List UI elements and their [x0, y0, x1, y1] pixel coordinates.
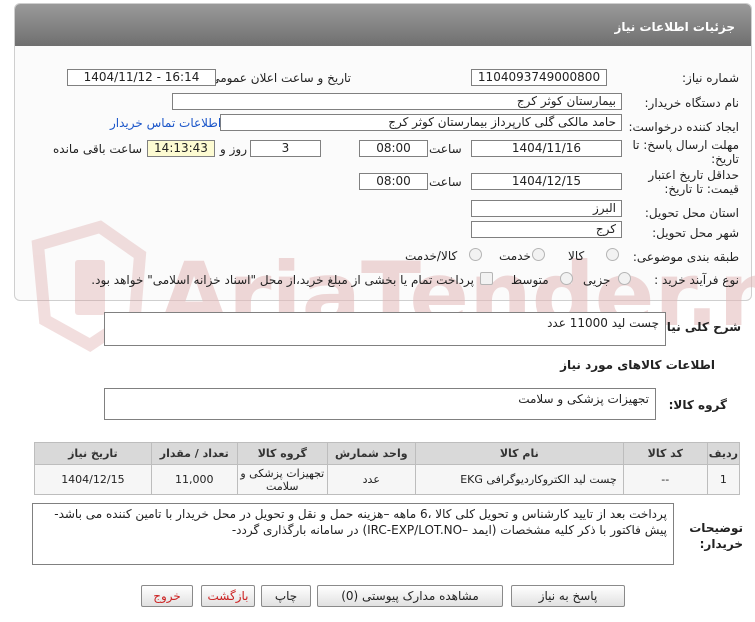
days-field: 3 [250, 140, 321, 157]
announce-field: 1404/11/12 - 16:14 [67, 69, 216, 86]
province-field: البرز [471, 200, 622, 217]
validity-date-field: 1404/12/15 [471, 173, 622, 190]
print-button[interactable]: چاپ [261, 585, 311, 607]
cell-name: چست لید الکتروکاردیوگرافی EKG [414, 464, 624, 495]
validity-label-date: قیمت: تا تاریخ: [664, 182, 739, 196]
province-label: استان محل تحویل: [644, 206, 739, 220]
col-code-header: کد کالا [622, 442, 708, 465]
goods-section-title: اطلاعات کالاهای مورد نیاز [560, 358, 715, 372]
process-medium-label: متوسط [511, 273, 549, 287]
validity-label: حداقل تاریخ اعتبار [648, 168, 739, 182]
process-medium-radio[interactable] [560, 272, 573, 285]
process-minor-radio[interactable] [618, 272, 631, 285]
validity-time-field: 08:00 [359, 173, 428, 190]
category-both-label: کالا/خدمت [405, 249, 458, 263]
category-label: طبقه بندی موضوعی: [632, 250, 739, 264]
buyer-field: بیمارستان کوثر کرج [172, 93, 622, 110]
deadline-label: مهلت ارسال پاسخ: تا [632, 138, 739, 152]
cell-code: -- [622, 464, 708, 495]
deadline-time-label: ساعت [429, 142, 462, 156]
buyer-label: نام دستگاه خریدار: [644, 96, 740, 110]
goods-group-field: تجهیزات پزشکی و سلامت [104, 388, 656, 420]
category-both-radio[interactable] [469, 248, 482, 261]
process-label: نوع فرآیند خرید : [654, 273, 739, 287]
need-number-field: 1104093749000800 [471, 69, 607, 86]
buyer-contact-link[interactable]: اطلاعات تماس خریدار [110, 116, 221, 130]
announce-label: تاریخ و ساعت اعلان عمومی: [206, 71, 351, 85]
notes-field: پرداخت بعد از تایید کارشناس و تحویل کلی … [32, 503, 674, 565]
notes-label: توضیحات [689, 521, 743, 535]
remaining-time-field: 14:13:43 [147, 140, 215, 157]
cell-row-number: 1 [706, 464, 741, 495]
goods-group-label: گروه کالا: [668, 398, 727, 412]
table-row: 1 -- چست لید الکتروکاردیوگرافی EKG عدد ت… [34, 464, 741, 495]
exit-button[interactable]: خروج [141, 585, 193, 607]
cell-qty: 11,000 [150, 464, 238, 495]
col-date-header: تاریخ نیاز [34, 442, 152, 465]
days-label: روز و [220, 142, 247, 156]
col-name-header: نام کالا [414, 442, 624, 465]
col-unit-header: واحد شمارش [326, 442, 416, 465]
deadline-date-field: 1404/11/16 [471, 140, 622, 157]
deadline-time-field: 08:00 [359, 140, 428, 157]
creator-label: ایجاد کننده درخواست: [628, 120, 739, 134]
summary-label: شرح کلی نیاز: [655, 320, 741, 334]
attachments-button[interactable]: مشاهده مدارک پیوستی (0) [317, 585, 503, 607]
cell-unit: عدد [326, 464, 416, 495]
panel-header: جزئیات اطلاعات نیاز [15, 4, 751, 46]
reply-button[interactable]: پاسخ به نیاز [511, 585, 625, 607]
need-number-label: شماره نیاز: [682, 71, 739, 85]
table-header-row: ردیف کد کالا نام کالا واحد شمارش گروه کا… [34, 442, 741, 465]
deadline-label-date: تاریخ: [711, 152, 739, 166]
col-row-header: ردیف [706, 442, 741, 465]
city-label: شهر محل تحویل: [652, 226, 739, 240]
items-table: ردیف کد کالا نام کالا واحد شمارش گروه کا… [34, 442, 741, 495]
category-goods-label: کالا [568, 249, 585, 263]
creator-field: حامد مالکی گلی کارپرداز بیمارستان کوثر ک… [220, 114, 622, 131]
col-qty-header: تعداد / مقدار [150, 442, 238, 465]
city-field: کرج [471, 221, 622, 238]
back-button[interactable]: بازگشت [201, 585, 255, 607]
cell-group: تجهیزات پزشکی و سلامت [236, 464, 328, 495]
remaining-label: ساعت باقی مانده [53, 142, 143, 156]
category-goods-radio[interactable] [606, 248, 619, 261]
col-group-header: گروه کالا [236, 442, 328, 465]
treasury-note: پرداخت تمام یا بخشی از مبلغ خرید،از محل … [91, 273, 474, 287]
notes-label-2: خریدار: [699, 537, 743, 551]
process-minor-label: جزیی [583, 273, 611, 287]
category-service-radio[interactable] [532, 248, 545, 261]
validity-time-label: ساعت [429, 175, 462, 189]
category-service-label: خدمت [499, 249, 531, 263]
treasury-checkbox[interactable] [480, 272, 493, 285]
cell-date: 1404/12/15 [34, 464, 152, 495]
summary-field: چست لید 11000 عدد [104, 312, 666, 346]
page-title: جزئیات اطلاعات نیاز [614, 20, 735, 34]
